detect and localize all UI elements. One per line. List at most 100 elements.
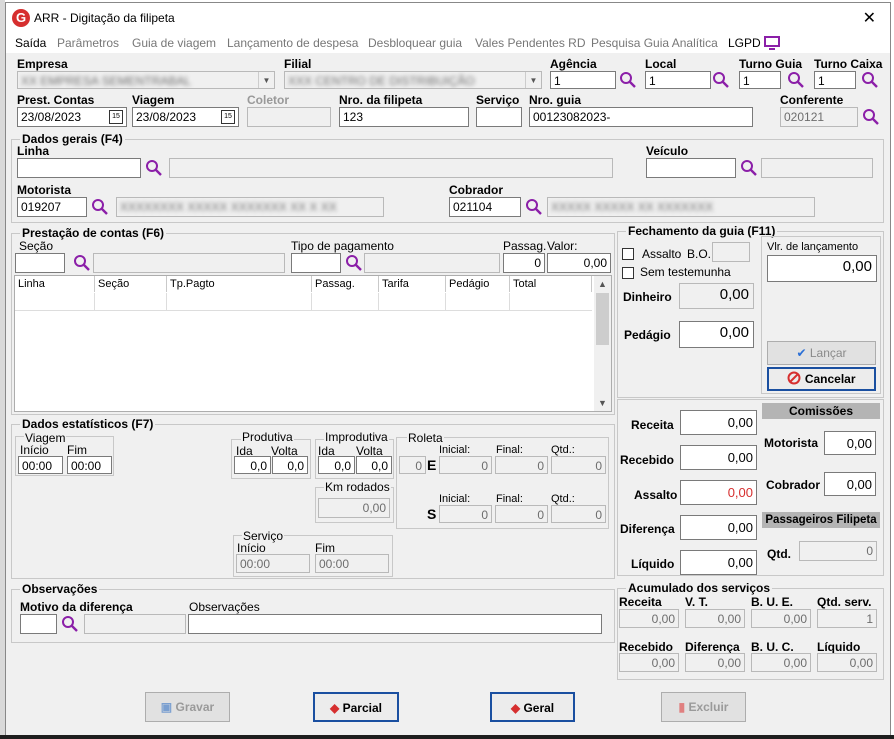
nro-guia-input[interactable]: 00123082023- <box>529 107 753 127</box>
sem-testemunha-checkbox[interactable] <box>622 267 634 279</box>
vertical-scrollbar[interactable]: ▲ ▼ <box>594 276 611 411</box>
sem-testemunha-label: Sem testemunha <box>640 265 731 279</box>
search-icon[interactable] <box>787 71 805 89</box>
assalto-checkbox[interactable] <box>622 248 634 260</box>
menu-lancamento-despesa[interactable]: Lançamento de despesa <box>227 36 358 50</box>
produtiva-volta-input[interactable]: 0,0 <box>272 456 308 474</box>
empresa-select[interactable]: XX EMPRESA SEMENTRABAL ▼ <box>17 71 275 89</box>
servico-fim-label: Fim <box>315 541 335 555</box>
column-header-passag[interactable]: Passag. <box>312 276 379 292</box>
liquido-value[interactable]: 0,00 <box>680 550 757 575</box>
column-header-linha[interactable]: Linha <box>15 276 95 292</box>
comissao-motorista-value[interactable]: 0,00 <box>824 431 876 455</box>
chevron-down-icon[interactable]: ▼ <box>594 395 611 411</box>
save-icon: ▣ <box>160 700 173 714</box>
produtiva-ida-input[interactable]: 0,0 <box>234 456 271 474</box>
menu-lgpd[interactable]: LGPD <box>728 36 761 50</box>
pedagio-input[interactable]: 0,00 <box>679 321 754 348</box>
menu-pesquisa-guia[interactable]: Pesquisa Guia Analítica <box>591 36 718 50</box>
search-icon[interactable] <box>61 615 79 633</box>
passag-input[interactable]: 0 <box>503 253 545 273</box>
column-header-tarifa[interactable]: Tarifa <box>379 276 446 292</box>
search-icon[interactable] <box>145 159 163 177</box>
diferenca-value[interactable]: 0,00 <box>680 515 757 540</box>
acum-diferenca-value: 0,00 <box>685 653 745 672</box>
close-icon[interactable]: ✕ <box>863 8 876 28</box>
calendar-icon[interactable]: 15 <box>109 110 123 124</box>
improdutiva-ida-input[interactable]: 0,0 <box>318 456 355 474</box>
gravar-button[interactable]: ▣ Gravar <box>145 692 230 722</box>
search-icon[interactable] <box>740 159 758 177</box>
search-icon[interactable] <box>862 108 880 126</box>
menu-guia-viagem[interactable]: Guia de viagem <box>132 36 216 50</box>
s-inicial-input: 0 <box>439 505 492 523</box>
saida-label: S <box>427 506 437 522</box>
search-icon[interactable] <box>73 254 91 272</box>
cancelar-button[interactable]: Cancelar <box>767 367 876 391</box>
receita-value[interactable]: 0,00 <box>680 410 757 435</box>
motivo-diferenca-input[interactable] <box>20 614 57 634</box>
linha-label: Linha <box>17 144 49 158</box>
search-icon[interactable] <box>91 198 109 216</box>
linha-input[interactable] <box>17 158 141 178</box>
cobrador-input[interactable]: 021104 <box>449 197 521 217</box>
calendar-icon[interactable]: 15 <box>221 110 235 124</box>
local-input[interactable]: 1 <box>645 71 711 89</box>
excluir-button[interactable]: ▮ Excluir <box>661 692 746 722</box>
veiculo-input[interactable] <box>646 158 736 178</box>
parcial-button[interactable]: ◆ Parcial <box>313 692 399 722</box>
scrollbar-thumb[interactable] <box>596 293 609 345</box>
conferente-label: Conferente <box>780 93 844 107</box>
lancar-button[interactable]: ✔ Lançar <box>767 341 876 365</box>
column-header-secao[interactable]: Seção <box>95 276 167 292</box>
chevron-up-icon[interactable]: ▲ <box>594 276 611 292</box>
viagem-inicio-input[interactable]: 00:00 <box>18 456 63 474</box>
acum-receita-value: 0,00 <box>619 609 679 628</box>
secao-input[interactable] <box>15 253 65 273</box>
monitor-icon[interactable] <box>764 36 780 50</box>
acum-vt-value: 0,00 <box>685 609 745 628</box>
agencia-input[interactable]: 1 <box>550 71 616 89</box>
search-icon[interactable] <box>345 254 363 272</box>
vlr-lancamento-input[interactable]: 0,00 <box>767 255 877 282</box>
roleta-label: Roleta <box>407 431 444 445</box>
servico-input[interactable] <box>476 107 522 127</box>
column-header-pedagio[interactable]: Pedágio <box>446 276 510 292</box>
search-icon[interactable] <box>525 198 543 216</box>
valor-input[interactable]: 0,00 <box>547 253 611 273</box>
turno-guia-input[interactable]: 1 <box>739 71 781 89</box>
filial-select[interactable]: XXX CENTRO DE DISTRIBUIÇÃO ▼ <box>284 71 542 89</box>
acum-recebido-label: Recebido <box>619 640 674 654</box>
improdutiva-volta-input[interactable]: 0,0 <box>356 456 392 474</box>
recebido-value[interactable]: 0,00 <box>680 445 757 470</box>
assalto-value[interactable]: 0,00 <box>680 480 757 505</box>
menu-parametros[interactable]: Parâmetros <box>57 36 119 50</box>
geral-button[interactable]: ◆ Geral <box>490 692 575 722</box>
tipo-pagamento-input[interactable] <box>291 253 341 273</box>
table-row[interactable] <box>15 293 592 311</box>
dinheiro-value: 0,00 <box>679 283 754 309</box>
search-icon[interactable] <box>861 71 879 89</box>
passageiros-filipeta-header: Passageiros Filipeta <box>762 512 880 528</box>
prestacao-table[interactable]: Linha Seção Tp.Pagto Passag. Tarifa Pedá… <box>14 275 612 412</box>
taskbar-strip <box>0 735 894 739</box>
prest-contas-label: Prest. Contas <box>17 93 95 107</box>
nro-filipeta-input[interactable]: 123 <box>339 107 469 127</box>
menu-vales-pendentes[interactable]: Vales Pendentes RD <box>475 36 586 50</box>
viagem-fim-input[interactable]: 00:00 <box>67 456 112 474</box>
acum-buc-label: B. U. C. <box>751 640 794 654</box>
column-header-tp-pagto[interactable]: Tp.Pagto <box>167 276 312 292</box>
vlr-lancamento-label: Vlr. de lançamento <box>767 241 859 253</box>
column-header-total[interactable]: Total <box>510 276 592 292</box>
menu-saida[interactable]: Saída <box>15 36 46 50</box>
servico-fim-value: 00:00 <box>315 554 389 573</box>
motorista-input[interactable]: 019207 <box>17 197 87 217</box>
observacoes-input[interactable] <box>188 614 602 634</box>
acum-liquido-value: 0,00 <box>817 653 877 672</box>
servico-inicio-value: 00:00 <box>236 554 310 573</box>
turno-caixa-input[interactable]: 1 <box>814 71 856 89</box>
menu-desbloquear-guia[interactable]: Desbloquear guia <box>368 36 462 50</box>
comissao-cobrador-value[interactable]: 0,00 <box>824 472 876 496</box>
search-icon[interactable] <box>712 71 730 89</box>
search-icon[interactable] <box>619 71 637 89</box>
